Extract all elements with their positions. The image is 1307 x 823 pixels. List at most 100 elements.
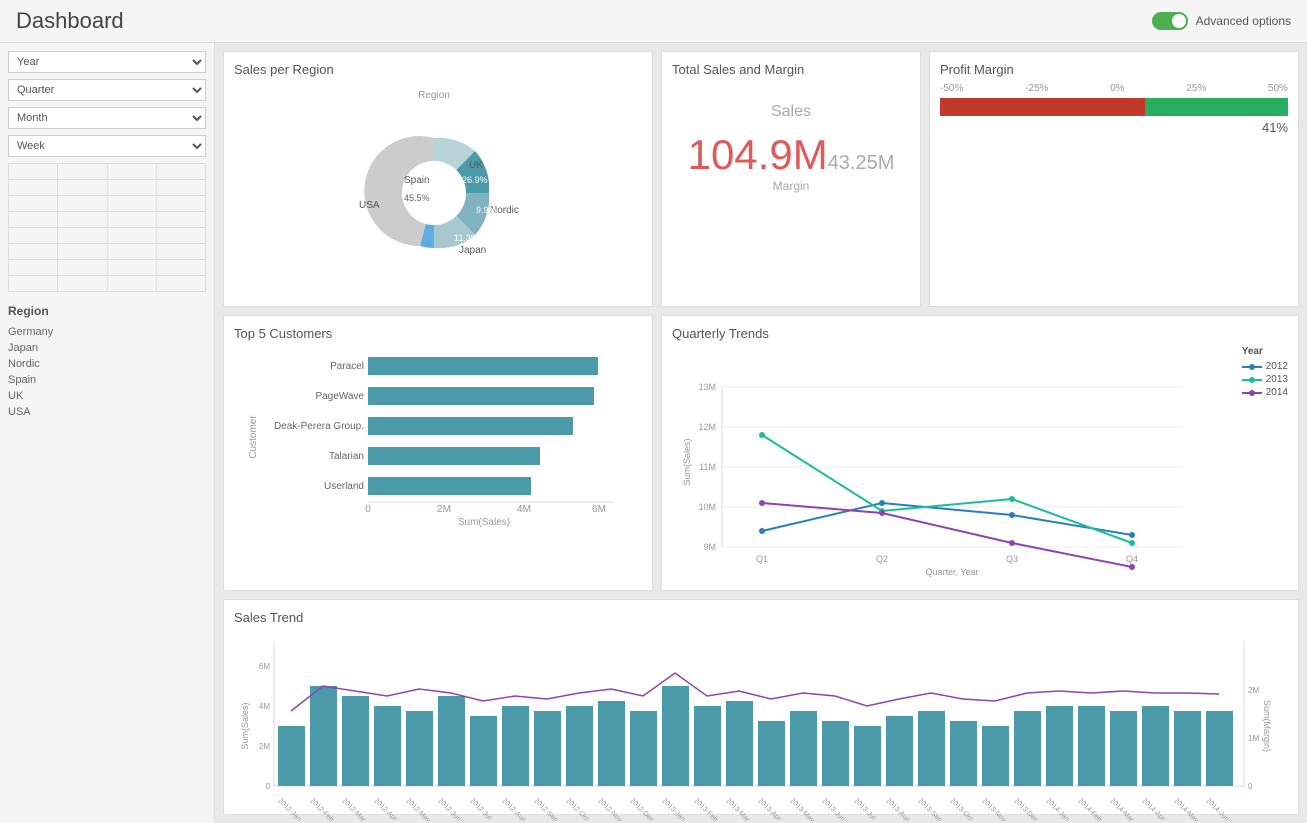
svg-text:2013-Jun: 2013-Jun bbox=[821, 797, 847, 821]
filter-group-quarter: Quarter bbox=[8, 79, 206, 101]
quarter-select[interactable]: Quarter bbox=[8, 79, 206, 101]
app-header: Dashboard Advanced options bbox=[0, 0, 1307, 43]
legend-2012: 2012 bbox=[1242, 361, 1288, 372]
svg-text:0: 0 bbox=[266, 782, 271, 791]
top-row: Sales per Region Region bbox=[223, 51, 1299, 307]
svg-text:3.3%: 3.3% bbox=[426, 173, 447, 183]
sales-trend-card: Sales Trend Sum(Sales) Sum(Margin) 0 2M … bbox=[223, 599, 1299, 815]
svg-text:Deak-Perera Group.: Deak-Perera Group. bbox=[274, 421, 364, 432]
month-select[interactable]: Month bbox=[8, 107, 206, 129]
svg-text:2014-Feb: 2014-Feb bbox=[1077, 797, 1103, 821]
svg-text:Sum(Sales): Sum(Sales) bbox=[458, 517, 510, 527]
svg-text:UK: UK bbox=[469, 160, 483, 171]
sales-center: Sales 104.9M43.25M Margin bbox=[672, 83, 910, 213]
svg-text:1M: 1M bbox=[1248, 734, 1259, 743]
svg-text:Q4: Q4 bbox=[1126, 554, 1138, 564]
margin-bar-positive bbox=[1145, 98, 1288, 116]
svg-text:45.5%: 45.5% bbox=[404, 193, 430, 203]
svg-text:Japan: Japan bbox=[459, 245, 486, 256]
svg-text:2012-Jul: 2012-Jul bbox=[469, 797, 493, 821]
svg-text:9.9%: 9.9% bbox=[476, 205, 497, 215]
quarterly-chart: Sum(Sales) 13M 12M 11M 10M 9M bbox=[672, 347, 1252, 577]
svg-text:2012-Dec: 2012-Dec bbox=[629, 797, 656, 821]
svg-text:2M: 2M bbox=[259, 742, 270, 751]
svg-text:2012-Mar: 2012-Mar bbox=[341, 797, 368, 821]
svg-text:2M: 2M bbox=[1248, 686, 1259, 695]
svg-text:2012-Feb: 2012-Feb bbox=[309, 797, 335, 821]
top5-bar-chart: Customer Paracel PageWave Deak-Perera Gr… bbox=[244, 347, 634, 527]
region-item[interactable]: UK bbox=[8, 388, 206, 404]
svg-text:6M: 6M bbox=[259, 662, 270, 671]
region-item[interactable]: Nordic bbox=[8, 356, 206, 372]
svg-text:2014-Mar: 2014-Mar bbox=[1109, 797, 1136, 821]
svg-text:Quarter, Year: Quarter, Year bbox=[925, 567, 978, 577]
svg-text:2012-Aug: 2012-Aug bbox=[501, 797, 527, 821]
margin-percentage: 41% bbox=[940, 120, 1288, 135]
svg-text:2013-Jul: 2013-Jul bbox=[853, 797, 877, 821]
filter-group-month: Month bbox=[8, 107, 206, 129]
region-item[interactable]: Japan bbox=[8, 340, 206, 356]
region-item[interactable]: Spain bbox=[8, 372, 206, 388]
sales-trend-title: Sales Trend bbox=[234, 610, 1288, 625]
trend-legend: Year 2012 2013 2014 bbox=[1242, 346, 1288, 400]
svg-text:Customer: Customer bbox=[248, 415, 259, 459]
svg-text:11.3%: 11.3% bbox=[454, 233, 479, 243]
page-title: Dashboard bbox=[16, 8, 124, 34]
svg-text:2012-Jan: 2012-Jan bbox=[277, 797, 303, 821]
svg-text:Q3: Q3 bbox=[1006, 554, 1018, 564]
svg-text:2014-May: 2014-May bbox=[1173, 797, 1200, 821]
svg-text:0: 0 bbox=[365, 504, 371, 515]
total-sales-card: Total Sales and Margin Sales 104.9M43.25… bbox=[661, 51, 921, 307]
quarterly-trends-card: Quarterly Trends Year 2012 2013 2014 bbox=[661, 315, 1299, 591]
svg-text:2012-Nov: 2012-Nov bbox=[597, 797, 624, 821]
sales-amount: 104.9M43.25M bbox=[672, 131, 910, 179]
main-layout: Year Quarter Month Week bbox=[0, 43, 1307, 823]
content-area: Sales per Region Region bbox=[215, 43, 1307, 823]
svg-text:10M: 10M bbox=[698, 502, 716, 512]
advanced-options-label: Advanced options bbox=[1196, 14, 1291, 28]
sales-per-region-card: Sales per Region Region bbox=[223, 51, 653, 307]
svg-text:0: 0 bbox=[1248, 782, 1253, 791]
svg-text:9M: 9M bbox=[703, 542, 716, 552]
svg-text:2M: 2M bbox=[437, 504, 451, 515]
svg-text:2013-Apr: 2013-Apr bbox=[757, 797, 783, 821]
margin-label: Margin bbox=[672, 179, 910, 193]
advanced-options-toggle[interactable]: Advanced options bbox=[1152, 12, 1291, 30]
svg-text:2014-Jan: 2014-Jan bbox=[1045, 797, 1071, 821]
toggle-switch[interactable] bbox=[1152, 12, 1188, 30]
svg-text:USA: USA bbox=[359, 200, 380, 211]
svg-text:2013-Dec: 2013-Dec bbox=[1013, 797, 1040, 821]
svg-text:26.9%: 26.9% bbox=[462, 175, 488, 185]
svg-text:Paracel: Paracel bbox=[330, 361, 364, 372]
svg-text:Q2: Q2 bbox=[876, 554, 888, 564]
svg-text:2013-Nov: 2013-Nov bbox=[981, 797, 1008, 821]
svg-text:2012-Sep: 2012-Sep bbox=[533, 797, 559, 821]
svg-text:2012-Oct: 2012-Oct bbox=[565, 797, 590, 821]
total-sales-title: Total Sales and Margin bbox=[672, 62, 910, 77]
legend-title: Year bbox=[1242, 346, 1288, 357]
sales-trend-chart: Sum(Sales) Sum(Margin) 0 2M 4M 6M 0 1M 2… bbox=[234, 631, 1274, 821]
legend-2013: 2013 bbox=[1242, 374, 1288, 385]
week-select[interactable]: Week bbox=[8, 135, 206, 157]
svg-text:2012-Apr: 2012-Apr bbox=[373, 797, 399, 821]
margin-bar-negative bbox=[940, 98, 1145, 116]
svg-text:Sum(Sales): Sum(Sales) bbox=[682, 438, 692, 485]
region-item[interactable]: USA bbox=[8, 404, 206, 420]
profit-margin-card: Profit Margin -50% -25% 0% 25% 50% 41% bbox=[929, 51, 1299, 307]
svg-text:2013-Sep: 2013-Sep bbox=[917, 797, 943, 821]
svg-text:PageWave: PageWave bbox=[315, 391, 364, 402]
quarterly-title: Quarterly Trends bbox=[672, 326, 1288, 341]
sidebar: Year Quarter Month Week bbox=[0, 43, 215, 823]
svg-text:2013-Oct: 2013-Oct bbox=[949, 797, 974, 821]
region-item[interactable]: Germany bbox=[8, 324, 206, 340]
top5-title: Top 5 Customers bbox=[234, 326, 642, 341]
svg-text:4M: 4M bbox=[259, 702, 270, 711]
svg-text:2013-Jan: 2013-Jan bbox=[661, 797, 687, 821]
region-section-title: Region bbox=[8, 304, 206, 318]
filter-group-week: Week bbox=[8, 135, 206, 157]
svg-text:2012-May: 2012-May bbox=[405, 797, 432, 821]
middle-row: Top 5 Customers Customer Paracel PageWav… bbox=[223, 315, 1299, 591]
filter-table bbox=[8, 163, 206, 292]
svg-text:6M: 6M bbox=[592, 504, 606, 515]
year-select[interactable]: Year bbox=[8, 51, 206, 73]
